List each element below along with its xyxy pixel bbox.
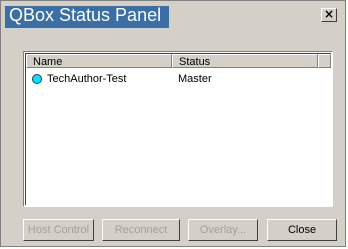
column-header-status[interactable]: Status <box>172 54 318 68</box>
column-header-filler <box>318 54 331 68</box>
list-header: Name Status <box>26 54 331 68</box>
host-list-view[interactable]: Name Status TechAuthor-Test Master <box>23 51 333 207</box>
close-icon: × <box>323 7 335 21</box>
close-window-button[interactable]: × <box>321 8 337 22</box>
qbox-status-dialog: QBox Status Panel × Name Status TechAuth… <box>0 0 346 247</box>
column-header-name[interactable]: Name <box>26 54 172 68</box>
host-name: TechAuthor-Test <box>47 73 127 85</box>
title-bar: QBox Status Panel × <box>3 3 343 28</box>
host-list-inner: Name Status TechAuthor-Test Master <box>25 53 331 205</box>
close-button[interactable]: Close <box>267 219 337 241</box>
host-status: Master <box>178 73 212 85</box>
host-control-button[interactable]: Host Control <box>23 219 94 241</box>
window-title: QBox Status Panel <box>9 5 162 25</box>
list-item[interactable]: TechAuthor-Test Master <box>26 71 331 87</box>
status-dot-icon <box>32 74 42 84</box>
reconnect-button[interactable]: Reconnect <box>102 219 180 241</box>
overlay-button[interactable]: Overlay... <box>188 219 258 241</box>
